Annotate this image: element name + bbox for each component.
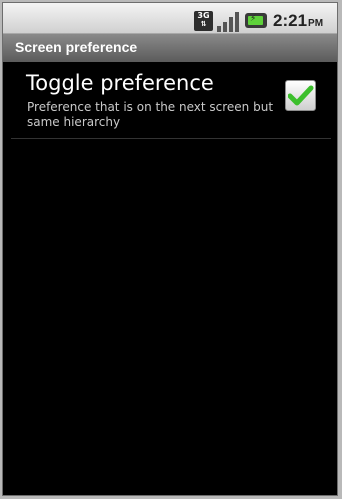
title-bar: Screen preference bbox=[3, 34, 337, 62]
preference-summary: Preference that is on the next screen bu… bbox=[27, 100, 274, 129]
preference-checkbox[interactable] bbox=[285, 80, 316, 111]
checkmark-icon bbox=[288, 85, 314, 106]
preference-title: Toggle preference bbox=[26, 71, 214, 95]
screen-title: Screen preference bbox=[15, 39, 138, 55]
signal-strength-icon bbox=[217, 12, 239, 32]
battery-charging-icon: ⚡ bbox=[245, 13, 267, 28]
data-activity-arrows-icon: ⇅ bbox=[200, 20, 207, 28]
status-bar: 3G ⇅ ⚡ 2:21PM bbox=[3, 3, 337, 34]
toggle-preference-item[interactable]: Toggle preference Preference that is on … bbox=[11, 62, 331, 139]
3g-data-icon: 3G ⇅ bbox=[194, 11, 213, 31]
clock-ampm: PM bbox=[308, 18, 324, 29]
status-clock: 2:21PM bbox=[273, 11, 323, 31]
charging-bolt-icon: ⚡ bbox=[250, 14, 257, 24]
device-screen: 3G ⇅ ⚡ 2:21PM Screen preference Toggle p… bbox=[2, 2, 338, 496]
clock-time: 2:21 bbox=[273, 11, 308, 30]
network-type-label: 3G bbox=[197, 11, 210, 20]
